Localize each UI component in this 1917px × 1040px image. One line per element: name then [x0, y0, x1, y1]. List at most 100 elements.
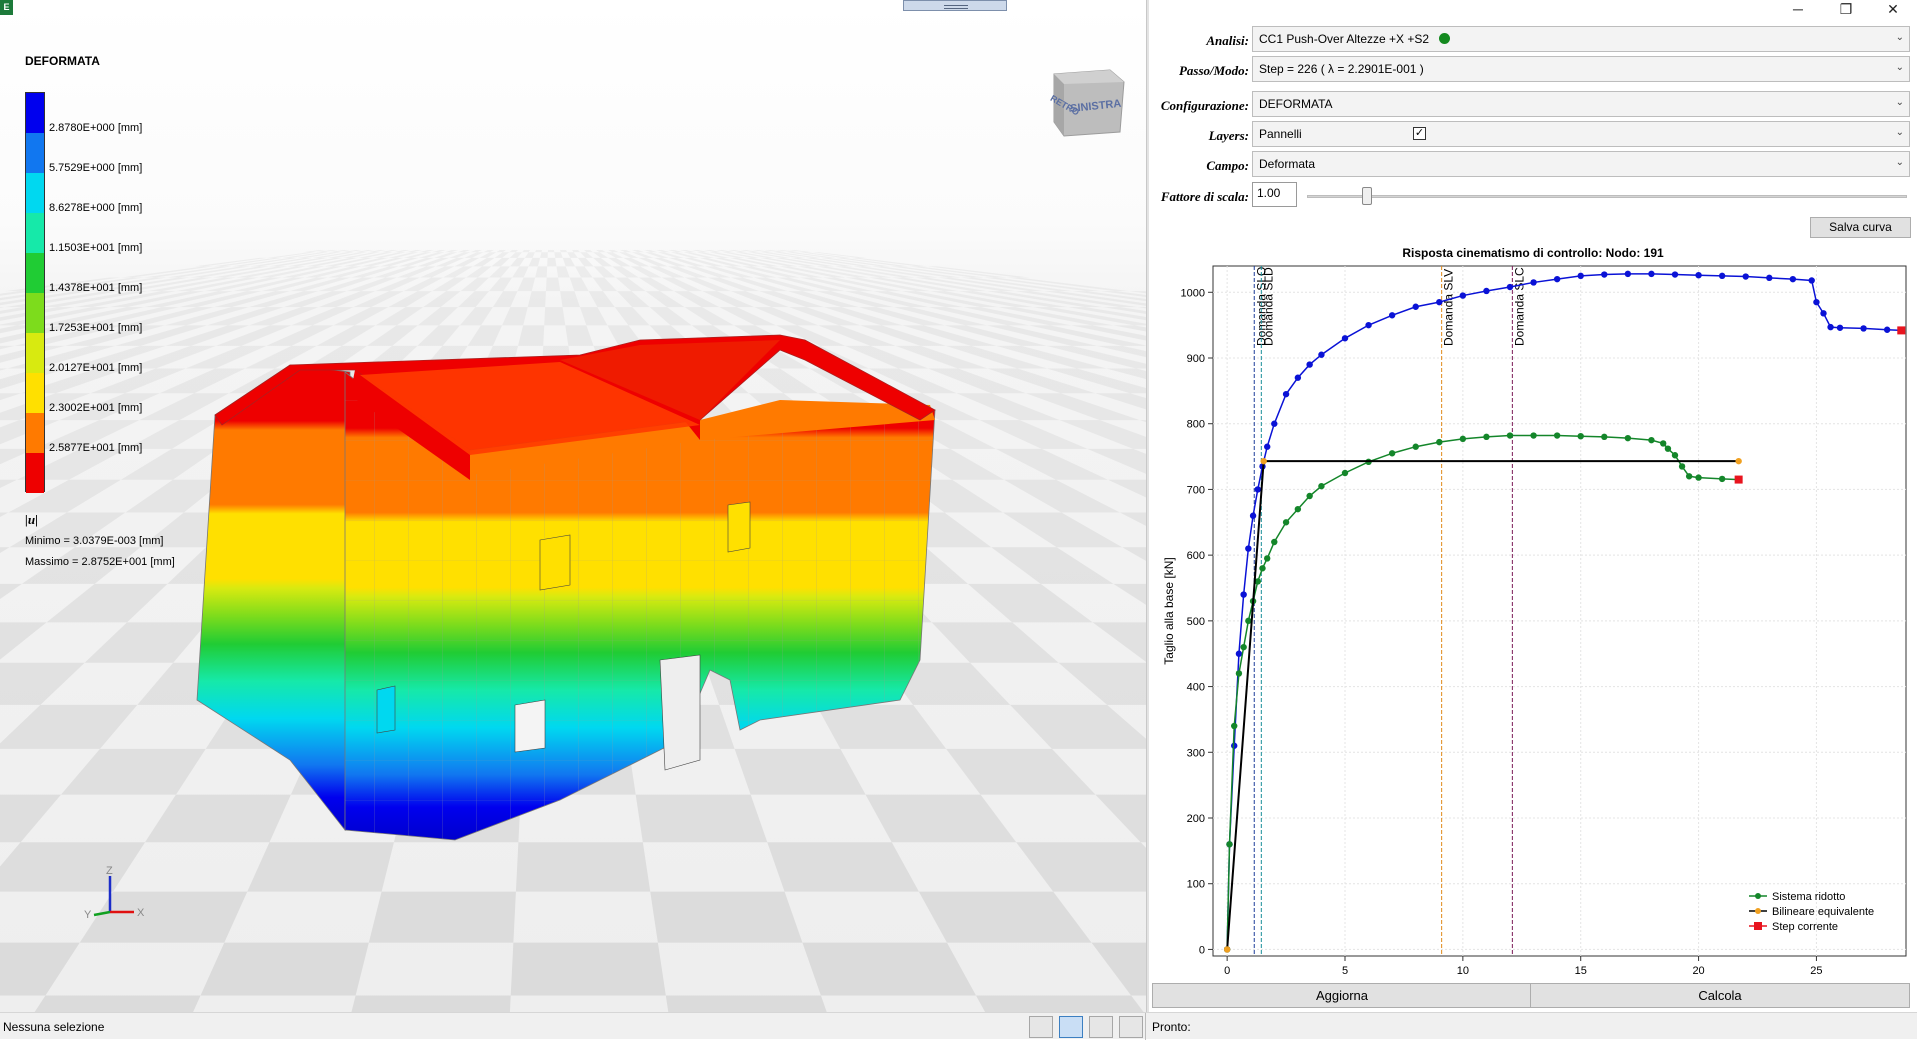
data-point: [1235, 650, 1243, 657]
campo-label: Campo:: [1206, 158, 1249, 173]
chevron-down-icon: ⌄: [1895, 32, 1904, 43]
y-tick-label: 400: [1187, 682, 1205, 694]
data-point: [1685, 473, 1693, 480]
shading-icon[interactable]: [1089, 1016, 1113, 1038]
legend-swatch-marker: [1754, 922, 1762, 930]
grid-view-icon[interactable]: [1059, 1016, 1083, 1038]
data-point: [1436, 438, 1443, 446]
door-opening: [376, 685, 396, 734]
x-tick-label: 10: [1457, 965, 1469, 977]
restore-button[interactable]: ❐: [1824, 0, 1868, 18]
data-point: [1388, 450, 1396, 457]
passo-value: Step = 226 ( λ = 2.2901E-001 ): [1259, 62, 1424, 76]
analisi-select[interactable]: CC1 Push-Over Altezze +X +S2 ⌄: [1252, 26, 1910, 52]
data-point: [1766, 274, 1773, 282]
y-tick-label: 600: [1187, 550, 1205, 562]
y-axis: [93, 910, 111, 917]
layers-select[interactable]: Pannelli ✓ ⌄: [1252, 121, 1910, 147]
y-tick-label: 700: [1187, 484, 1205, 496]
data-point: [1306, 492, 1313, 500]
window-opening: [539, 534, 571, 591]
selection-status: Nessuna selezione: [3, 1020, 105, 1034]
data-point: [1341, 469, 1349, 477]
data-point: [1240, 643, 1247, 651]
pin-tool-icon[interactable]: [1029, 1016, 1053, 1038]
demand-label: Domanda SLC: [1512, 267, 1526, 346]
data-point: [1459, 292, 1467, 299]
data-point: [1695, 474, 1702, 481]
update-button[interactable]: Aggiorna: [1152, 983, 1532, 1008]
analisi-label: Analisi:: [1206, 33, 1249, 48]
data-point: [1412, 443, 1419, 450]
current-step-marker: [1734, 475, 1743, 484]
data-point: [1648, 436, 1655, 444]
status-indicator-icon: [1439, 33, 1451, 44]
data-point: [1624, 434, 1632, 442]
data-point: [1660, 440, 1667, 447]
data-point: [1240, 591, 1247, 598]
chevron-down-icon: ⌄: [1895, 127, 1904, 138]
model-viewport[interactable]: E DEFORMATA 2.8780E+000 [mm] 5.7529E+000…: [0, 0, 1146, 1012]
data-point: [1388, 312, 1396, 319]
status-divider: [1145, 1013, 1146, 1040]
scale-slider-thumb[interactable]: [1362, 187, 1372, 205]
configurazione-select[interactable]: DEFORMATA ⌄: [1252, 91, 1910, 117]
data-point: [1671, 452, 1679, 459]
data-point: [1506, 432, 1514, 439]
layers-label: Layers:: [1208, 128, 1249, 143]
demand-label: Domanda SLD: [1261, 267, 1275, 346]
data-point: [1231, 722, 1238, 730]
x-tick-label: 0: [1224, 965, 1230, 977]
navigation-cube[interactable]: SINISTRA RETRO: [1050, 66, 1126, 138]
campo-value: Deformata: [1259, 157, 1316, 171]
x-axis-label: X: [137, 907, 145, 919]
legend-swatch-marker: [1755, 908, 1761, 914]
y-tick-label: 0: [1199, 944, 1205, 956]
current-step-marker: [1897, 326, 1906, 335]
scale-slider-track[interactable]: [1307, 195, 1907, 198]
calculate-button[interactable]: Calcola: [1530, 983, 1910, 1008]
configurazione-label: Configurazione:: [1160, 98, 1249, 113]
data-point: [1827, 323, 1834, 331]
data-point: [1226, 841, 1233, 848]
y-tick-label: 800: [1187, 419, 1205, 431]
y-tick-label: 300: [1187, 747, 1205, 759]
data-point: [1412, 303, 1419, 310]
door-opening: [659, 654, 701, 771]
status-bar: Nessuna selezione Pronto:: [0, 1012, 1917, 1040]
close-button[interactable]: ✕: [1871, 0, 1915, 18]
save-curve-button[interactable]: Salva curva: [1810, 217, 1911, 238]
data-point: [1318, 482, 1325, 490]
y-axis-title: Taglio alla base [kN]: [1162, 557, 1176, 664]
legend-entry: Sistema ridotto: [1772, 891, 1845, 903]
fattore-label: Fattore di scala:: [1160, 189, 1249, 204]
data-point: [1530, 432, 1537, 439]
campo-select[interactable]: Deformata ⌄: [1252, 151, 1910, 177]
axis-triad: Z Y X: [84, 865, 145, 921]
data-point: [1506, 283, 1514, 291]
y-axis-label: Y: [84, 909, 92, 921]
edit-note-icon[interactable]: [1119, 1016, 1143, 1038]
building-model[interactable]: [0, 0, 1146, 1012]
data-point: [1718, 272, 1726, 280]
data-point: [1648, 270, 1655, 278]
z-axis-label: Z: [106, 865, 113, 877]
data-point: [1436, 298, 1443, 306]
layers-value: Pannelli: [1259, 127, 1302, 141]
analysis-panel: ─ ❐ ✕ Analisi: CC1 Push-Over Altezze +X …: [1149, 0, 1917, 1012]
minimize-button[interactable]: ─: [1776, 0, 1820, 18]
layers-checkbox[interactable]: ✓: [1413, 127, 1426, 140]
data-point: [1678, 463, 1686, 470]
data-point: [1459, 435, 1467, 443]
plot-area: [1212, 265, 1907, 957]
y-tick-label: 500: [1187, 616, 1205, 628]
configurazione-value: DEFORMATA: [1259, 97, 1333, 111]
data-point: [1254, 486, 1261, 493]
legend-entry: Bilineare equivalente: [1772, 906, 1874, 918]
data-point: [1249, 512, 1257, 519]
scale-factor-input[interactable]: 1.00: [1252, 182, 1297, 207]
chevron-down-icon: ⌄: [1895, 157, 1904, 168]
passo-select[interactable]: Step = 226 ( λ = 2.2901E-001 ) ⌄: [1252, 56, 1910, 82]
data-point: [1483, 287, 1490, 295]
legend-swatch-marker: [1755, 893, 1761, 899]
